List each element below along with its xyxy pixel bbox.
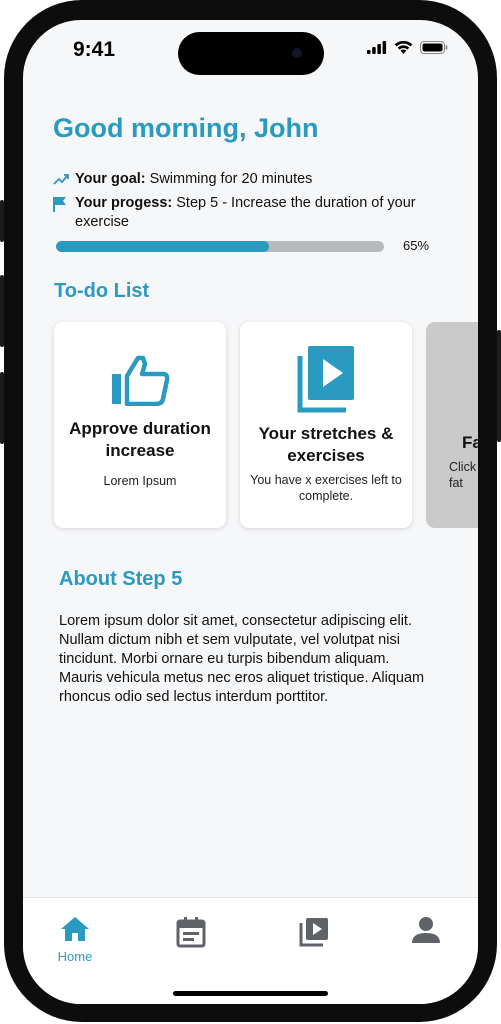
volume-down-button — [0, 372, 4, 444]
calendar-icon — [176, 917, 206, 948]
about-step-title: About Step 5 — [59, 568, 183, 590]
card-description: You have x exercises left to complete. — [250, 473, 402, 503]
goal-value: Swimming for 20 minutes — [145, 171, 313, 187]
todo-list-title: To-do List — [54, 280, 150, 302]
power-button — [497, 330, 501, 442]
progress-percentage: 65% — [403, 238, 430, 253]
tab-home-label: Home — [57, 949, 93, 964]
thumbs-up-icon — [112, 355, 170, 406]
status-bar: 9:41 — [23, 20, 478, 80]
cellular-signal-icon — [367, 40, 387, 54]
todo-card-stretches-exercises[interactable]: Your stretches & exercises You have x ex… — [240, 322, 412, 528]
home-indicator[interactable] — [173, 991, 328, 996]
card-description: Lorem Ipsum — [103, 474, 177, 488]
tab-videos[interactable] — [279, 916, 349, 953]
trending-up-icon — [53, 174, 69, 185]
todo-card-approve-duration[interactable]: Approve duration increase Lorem Ipsum — [54, 322, 226, 528]
about-step-text: Lorem ipsum dolor sit amet, consectetur … — [59, 613, 425, 705]
card-title: Approve duration increase — [69, 419, 211, 460]
flag-icon — [53, 197, 66, 212]
goal-row: Your goal: Swimming for 20 minutes — [53, 170, 312, 191]
app-screen: 9:41 Good morning, John Your goal: Swimm… — [23, 20, 478, 1004]
progress-text: Your progess: Step 5 - Increase the dura… — [75, 194, 433, 232]
card-title: Your stretches & exercises — [258, 424, 394, 465]
bottom-tab-bar: Home — [23, 897, 478, 1004]
progress-row: Your progess: Step 5 - Increase the dura… — [53, 194, 433, 232]
goal-label: Your goal: — [75, 171, 146, 187]
tab-calendar[interactable] — [156, 916, 226, 953]
volume-up-button — [0, 275, 4, 347]
video-library-icon — [299, 918, 328, 947]
todo-card-partial[interactable]: Fa Click fat — [426, 322, 478, 528]
card-title: Fa — [462, 433, 478, 452]
video-library-icon — [297, 346, 354, 413]
status-icons — [367, 40, 448, 54]
tab-home[interactable]: Home — [40, 916, 110, 964]
battery-icon — [420, 40, 448, 54]
goal-text: Your goal: Swimming for 20 minutes — [75, 170, 312, 189]
action-button — [0, 200, 4, 242]
progress-bar-fill — [56, 241, 270, 252]
home-icon — [61, 917, 89, 941]
progress-bar — [56, 241, 384, 252]
camera-icon — [292, 48, 302, 58]
greeting-heading: Good morning, John — [53, 113, 319, 143]
status-time: 9:41 — [73, 38, 116, 61]
wifi-icon — [394, 40, 413, 54]
dynamic-island — [178, 32, 324, 75]
person-icon — [412, 917, 440, 943]
card-description: Click fat — [449, 460, 477, 490]
progress-label: Your progess: — [75, 195, 173, 211]
tab-profile[interactable] — [391, 916, 461, 949]
